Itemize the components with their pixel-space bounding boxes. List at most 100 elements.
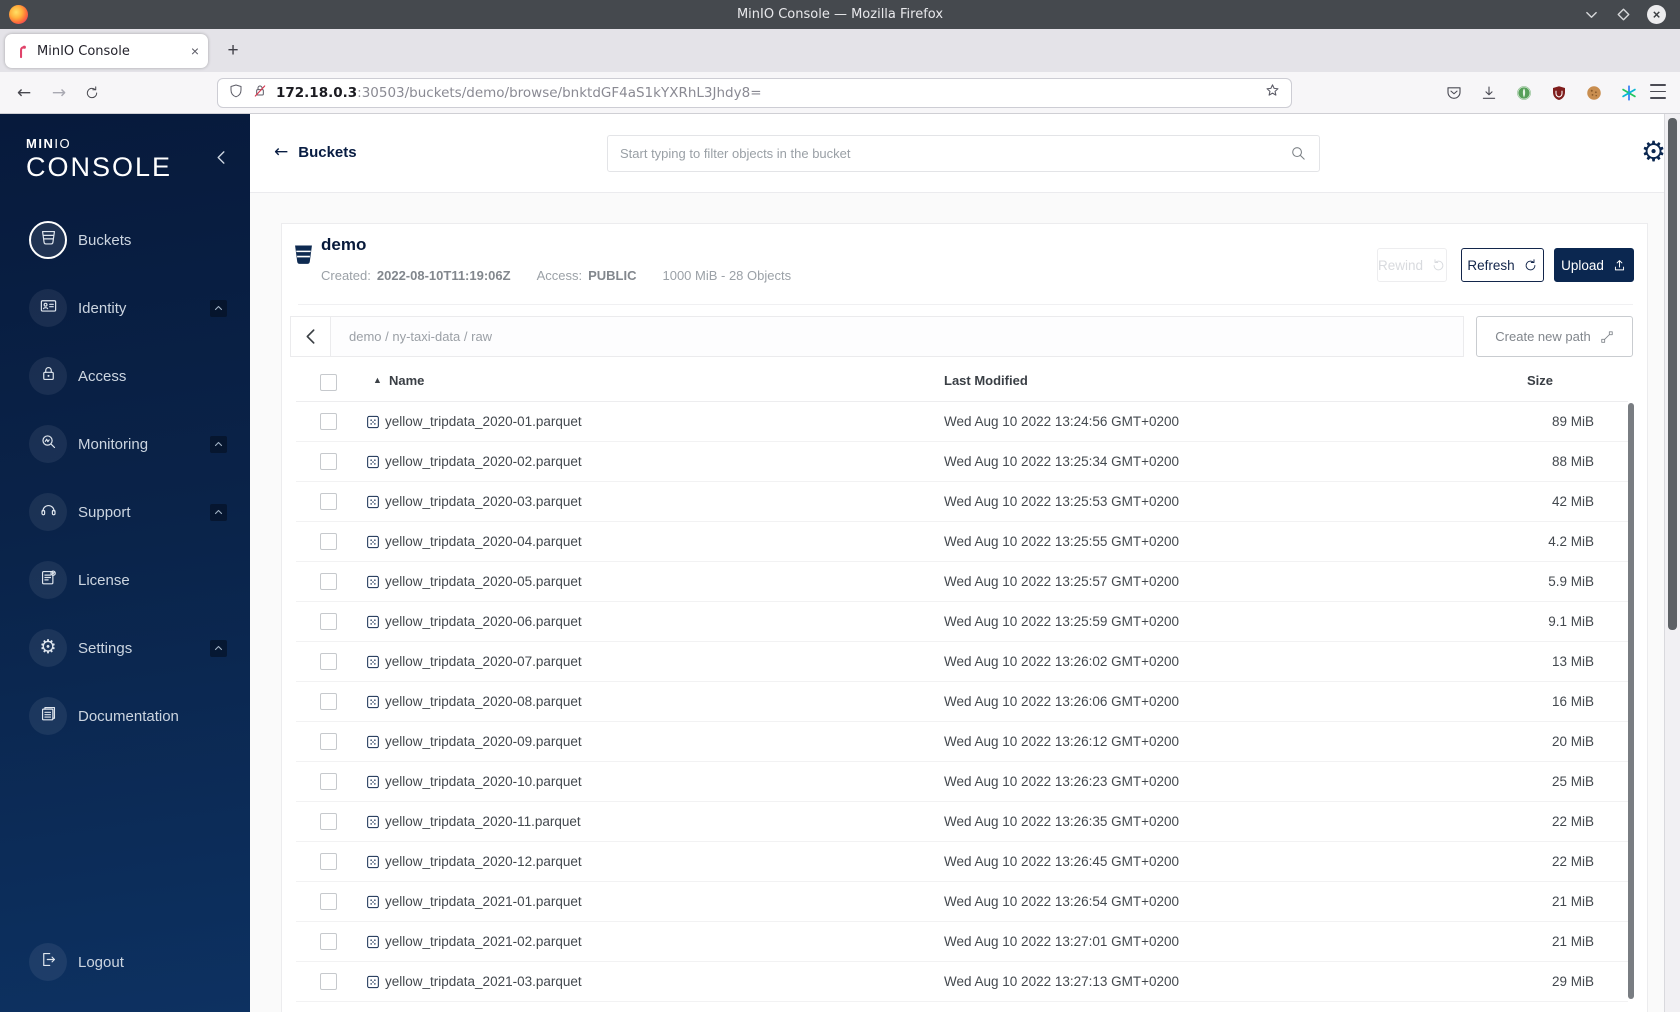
url-text[interactable]: 172.18.0.3:30503/buckets/demo/browse/bnk… xyxy=(276,85,1256,101)
row-checkbox[interactable] xyxy=(320,973,337,990)
object-name[interactable]: yellow_tripdata_2020-02.parquet xyxy=(385,454,582,469)
sidebar-item-buckets[interactable]: Buckets xyxy=(0,221,250,259)
row-checkbox[interactable] xyxy=(320,853,337,870)
bucket-icon xyxy=(290,241,317,268)
breadcrumb[interactable]: demo / ny-taxi-data / raw xyxy=(349,329,492,344)
pocket-icon[interactable] xyxy=(1445,84,1463,102)
column-header-last-modified[interactable]: Last Modified xyxy=(944,373,1028,388)
sidebar-item-support[interactable]: Support xyxy=(0,493,250,531)
create-new-path-button[interactable]: Create new path xyxy=(1476,316,1633,357)
table-row[interactable]: yellow_tripdata_2020-08.parquet Wed Aug … xyxy=(296,682,1628,722)
lock-insecure-icon[interactable] xyxy=(252,83,268,104)
row-checkbox[interactable] xyxy=(320,613,337,630)
column-header-size[interactable]: Size xyxy=(1527,373,1553,388)
minimize-icon[interactable] xyxy=(1583,7,1599,23)
table-row[interactable]: yellow_tripdata_2020-09.parquet Wed Aug … xyxy=(296,722,1628,762)
container-extension-icon[interactable] xyxy=(1620,84,1638,102)
table-row[interactable]: yellow_tripdata_2020-03.parquet Wed Aug … xyxy=(296,482,1628,522)
object-name[interactable]: yellow_tripdata_2020-08.parquet xyxy=(385,694,582,709)
search-input[interactable] xyxy=(620,146,1290,161)
table-row[interactable]: yellow_tripdata_2021-03.parquet Wed Aug … xyxy=(296,962,1628,1002)
cookie-extension-icon[interactable] xyxy=(1585,84,1603,102)
sidebar-item-license[interactable]: License xyxy=(0,561,250,599)
object-name[interactable]: yellow_tripdata_2020-12.parquet xyxy=(385,854,582,869)
row-checkbox[interactable] xyxy=(320,933,337,950)
table-row[interactable]: yellow_tripdata_2020-04.parquet Wed Aug … xyxy=(296,522,1628,562)
ublock-extension-icon[interactable] xyxy=(1550,84,1568,102)
sidebar-item-monitoring[interactable]: Monitoring xyxy=(0,425,250,463)
row-checkbox[interactable] xyxy=(320,773,337,790)
filter-objects-search[interactable] xyxy=(607,135,1320,172)
row-checkbox[interactable] xyxy=(320,693,337,710)
sidebar-item-settings[interactable]: ⚙ Settings xyxy=(0,629,250,667)
sidebar-nav: Buckets Identity Access Monitoring Suppo… xyxy=(0,221,250,735)
table-row[interactable]: yellow_tripdata_2020-12.parquet Wed Aug … xyxy=(296,842,1628,882)
table-row[interactable]: yellow_tripdata_2020-05.parquet Wed Aug … xyxy=(296,562,1628,602)
object-name[interactable]: yellow_tripdata_2020-09.parquet xyxy=(385,734,582,749)
path-back-icon[interactable] xyxy=(291,317,331,356)
download-icon[interactable] xyxy=(1480,84,1498,102)
upload-button[interactable]: Upload xyxy=(1554,248,1634,282)
table-row[interactable]: yellow_tripdata_2020-01.parquet Wed Aug … xyxy=(296,402,1628,442)
table-row[interactable]: yellow_tripdata_2020-06.parquet Wed Aug … xyxy=(296,602,1628,642)
page-scrollbar[interactable] xyxy=(1664,114,1680,1012)
table-row[interactable]: yellow_tripdata_2020-07.parquet Wed Aug … xyxy=(296,642,1628,682)
sidebar-item-logout[interactable]: Logout xyxy=(0,943,250,981)
reload-icon[interactable] xyxy=(80,72,104,113)
select-all-checkbox[interactable] xyxy=(320,374,337,391)
menu-icon[interactable] xyxy=(1650,84,1666,99)
table-scrollbar[interactable] xyxy=(1628,403,1634,999)
row-checkbox[interactable] xyxy=(320,493,337,510)
back-icon[interactable]: ← xyxy=(12,72,36,113)
table-row[interactable]: yellow_tripdata_2020-10.parquet Wed Aug … xyxy=(296,762,1628,802)
gear-icon[interactable]: ⚙ xyxy=(1641,138,1666,166)
bookmark-star-icon[interactable] xyxy=(1264,82,1281,104)
row-checkbox[interactable] xyxy=(320,533,337,550)
sidebar-item-documentation[interactable]: Documentation xyxy=(0,697,250,735)
new-tab-button[interactable]: + xyxy=(219,37,247,65)
chevron-up-icon[interactable] xyxy=(210,299,227,317)
collapse-sidebar-icon[interactable] xyxy=(216,150,232,166)
table-row[interactable]: yellow_tripdata_2021-02.parquet Wed Aug … xyxy=(296,922,1628,962)
close-tab-icon[interactable]: × xyxy=(191,43,199,59)
row-checkbox[interactable] xyxy=(320,733,337,750)
table-row[interactable]: yellow_tripdata_2021-01.parquet Wed Aug … xyxy=(296,882,1628,922)
browser-tab-minio-console[interactable]: MinIO Console × xyxy=(5,34,208,68)
row-checkbox[interactable] xyxy=(320,893,337,910)
object-name[interactable]: yellow_tripdata_2020-04.parquet xyxy=(385,534,582,549)
table-row[interactable]: yellow_tripdata_2020-11.parquet Wed Aug … xyxy=(296,802,1628,842)
url-bar[interactable]: 172.18.0.3:30503/buckets/demo/browse/bnk… xyxy=(217,78,1292,108)
url-path: :30503/buckets/demo/browse/bnktdGF4aS1kY… xyxy=(357,85,762,101)
object-name[interactable]: yellow_tripdata_2020-07.parquet xyxy=(385,654,582,669)
chevron-up-icon[interactable] xyxy=(210,435,227,453)
rewind-button[interactable]: Rewind xyxy=(1377,248,1447,282)
row-checkbox[interactable] xyxy=(320,813,337,830)
page-scrollbar-thumb[interactable] xyxy=(1668,118,1677,630)
privacy-extension-icon[interactable] xyxy=(1515,84,1533,102)
forward-icon[interactable]: → xyxy=(47,72,71,113)
sidebar-item-identity[interactable]: Identity xyxy=(0,289,250,327)
object-name[interactable]: yellow_tripdata_2020-03.parquet xyxy=(385,494,582,509)
object-name[interactable]: yellow_tripdata_2020-06.parquet xyxy=(385,614,582,629)
object-name[interactable]: yellow_tripdata_2020-11.parquet xyxy=(385,814,581,829)
row-checkbox[interactable] xyxy=(320,413,337,430)
column-header-name[interactable]: Name xyxy=(389,373,424,388)
row-checkbox[interactable] xyxy=(320,573,337,590)
maximize-icon[interactable] xyxy=(1615,7,1631,23)
row-checkbox[interactable] xyxy=(320,653,337,670)
object-name[interactable]: yellow_tripdata_2020-05.parquet xyxy=(385,574,582,589)
refresh-button[interactable]: Refresh xyxy=(1461,248,1544,282)
object-name[interactable]: yellow_tripdata_2021-02.parquet xyxy=(385,934,582,949)
close-window-icon[interactable]: × xyxy=(1647,5,1666,24)
object-name[interactable]: yellow_tripdata_2020-10.parquet xyxy=(385,774,582,789)
object-name[interactable]: yellow_tripdata_2021-01.parquet xyxy=(385,894,582,909)
row-checkbox[interactable] xyxy=(320,453,337,470)
table-row[interactable]: yellow_tripdata_2020-02.parquet Wed Aug … xyxy=(296,442,1628,482)
object-name[interactable]: yellow_tripdata_2021-03.parquet xyxy=(385,974,582,989)
sidebar-item-access[interactable]: Access xyxy=(0,357,250,395)
chevron-up-icon[interactable] xyxy=(210,639,227,657)
shield-icon[interactable] xyxy=(228,83,244,104)
chevron-up-icon[interactable] xyxy=(210,503,227,521)
back-to-buckets[interactable]: ← Buckets xyxy=(274,142,357,162)
object-name[interactable]: yellow_tripdata_2020-01.parquet xyxy=(385,414,582,429)
